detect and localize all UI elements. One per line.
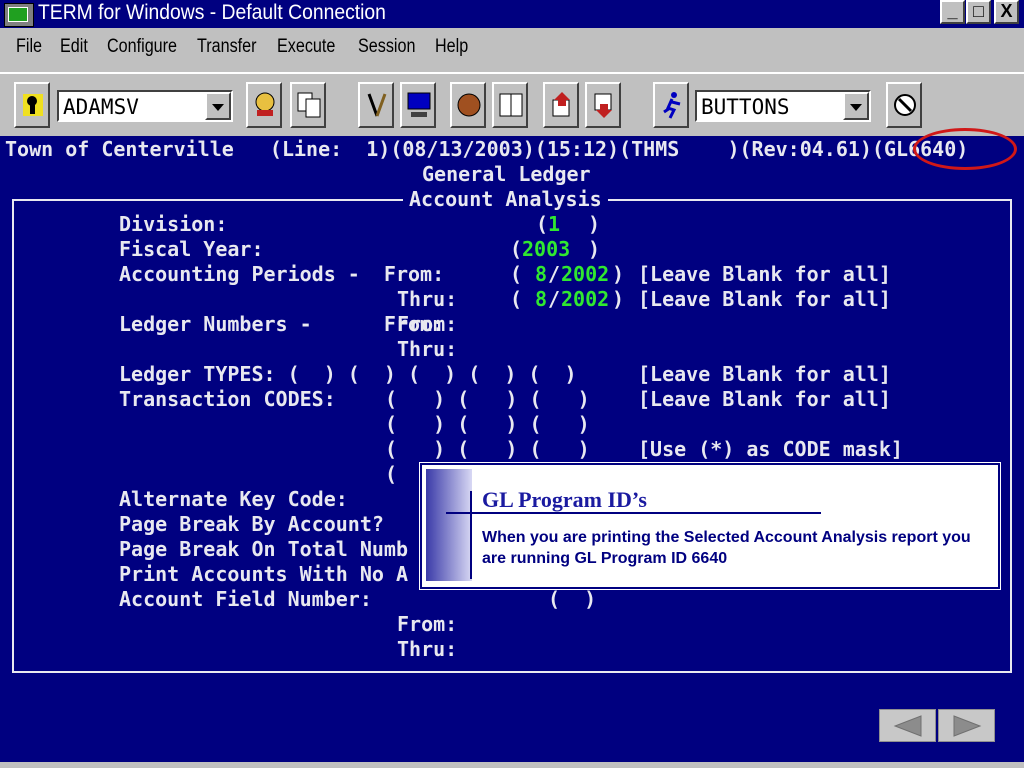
- period-thru-year-input[interactable]: 2002: [561, 287, 609, 312]
- triangle-right-icon: [953, 715, 982, 737]
- computer-icon: [407, 92, 431, 117]
- tools-button[interactable]: [358, 82, 394, 128]
- ledger-from-label: From:: [397, 312, 458, 336]
- tools-icon: [367, 93, 387, 117]
- program-id-highlight: [913, 128, 1017, 170]
- previous-slide-button[interactable]: [879, 709, 936, 742]
- menu-execute[interactable]: Execute: [277, 36, 335, 58]
- upload-button[interactable]: [543, 82, 579, 128]
- buttons-select[interactable]: BUTTONS: [695, 90, 871, 122]
- minimize-button[interactable]: _: [940, 0, 965, 24]
- baseball-glove-icon: [457, 93, 481, 117]
- fiscal-year-close-paren: ): [588, 237, 601, 261]
- triangle-left-icon: [893, 715, 922, 737]
- toolbar: ADAMSV BUTTONS: [0, 72, 1024, 136]
- fiscal-year-label: Fiscal Year:: [119, 237, 264, 261]
- frame-title: Account Analysis: [403, 187, 608, 212]
- run-button[interactable]: [653, 82, 689, 128]
- close-button[interactable]: X: [994, 0, 1019, 24]
- window-title: TERM for Windows - Default Connection: [38, 1, 386, 24]
- callout-vertical-rule: [470, 491, 472, 579]
- callout-accent-bar: [426, 469, 472, 581]
- field-thru-label: Thru:: [397, 637, 458, 661]
- settings-icon: [894, 94, 916, 116]
- fiscal-year-input[interactable]: 2003: [522, 237, 570, 262]
- division-open-paren: (: [536, 212, 549, 236]
- period-from-hint: [Leave Blank for all]: [638, 262, 891, 286]
- terminal-screen[interactable]: Town of Centerville (Line: 1)(08/13/2003…: [0, 136, 1024, 762]
- account-field-number-input[interactable]: ( ): [548, 587, 596, 612]
- code-mask-hint: [Use (*) as CODE mask]: [638, 437, 903, 461]
- field-from-label: From:: [397, 612, 458, 636]
- transaction-codes-hint: [Leave Blank for all]: [638, 387, 891, 411]
- transaction-codes-row-4[interactable]: (: [385, 462, 397, 487]
- period-from-open-paren: (: [510, 262, 523, 286]
- chevron-down-icon[interactable]: [843, 92, 869, 120]
- print-accounts-label: Print Accounts With No A: [119, 562, 408, 586]
- term-app-icon[interactable]: [4, 3, 34, 27]
- period-from-year-input[interactable]: 2002: [561, 262, 609, 287]
- period-thru-month-input[interactable]: 8: [535, 287, 547, 312]
- ledger-types-hint: [Leave Blank for all]: [638, 362, 891, 386]
- period-thru-close-paren: ): [612, 287, 625, 311]
- transaction-codes-row-1[interactable]: ( ) ( ) ( ): [385, 387, 590, 412]
- menu-configure[interactable]: Configure: [107, 36, 177, 58]
- division-label: Division:: [119, 212, 228, 236]
- division-close-paren: ): [588, 212, 601, 236]
- menu-bar: File Edit Configure Transfer Execute Ses…: [0, 30, 1024, 68]
- menu-edit[interactable]: Edit: [60, 36, 88, 58]
- ledger-thru-label: Thru:: [397, 337, 458, 361]
- phone-button[interactable]: [246, 82, 282, 128]
- download-button[interactable]: [585, 82, 621, 128]
- period-thru-slash: /: [548, 287, 561, 311]
- title-bar: TERM for Windows - Default Connection _ …: [0, 0, 1024, 28]
- page-break-total-label: Page Break On Total Numb: [119, 537, 408, 561]
- gl-program-callout: GL Program ID’s When you are printing th…: [420, 463, 1000, 589]
- settings-button[interactable]: [886, 82, 922, 128]
- copy-button[interactable]: [290, 82, 326, 128]
- transaction-codes-row-2[interactable]: ( ) ( ) ( ): [385, 412, 590, 437]
- glove-button[interactable]: [450, 82, 486, 128]
- account-field-number-label: Account Field Number:: [119, 587, 372, 611]
- connect-icon: [23, 94, 43, 116]
- screen-header: General Ledger: [422, 162, 591, 186]
- transaction-codes-row-3[interactable]: ( ) ( ) ( ): [385, 437, 590, 462]
- session-select[interactable]: ADAMSV: [57, 90, 233, 122]
- ledger-types-row[interactable]: Ledger TYPES: ( ) ( ) ( ) ( ) ( ): [119, 362, 577, 387]
- next-slide-button[interactable]: [938, 709, 995, 742]
- menu-session[interactable]: Session: [358, 36, 415, 58]
- menu-help[interactable]: Help: [435, 36, 468, 58]
- session-select-value: ADAMSV: [63, 95, 139, 119]
- division-input[interactable]: 1: [548, 212, 560, 237]
- status-line: Town of Centerville (Line: 1)(08/13/2003…: [5, 137, 969, 161]
- copy-icon: [297, 92, 321, 118]
- buttons-select-value: BUTTONS: [701, 95, 790, 119]
- ledger-numbers-label: Ledger Numbers - From:: [119, 312, 445, 336]
- page-break-account-label: Page Break By Account?: [119, 512, 384, 536]
- callout-body: When you are printing the Selected Accou…: [482, 529, 971, 567]
- upload-icon: [552, 92, 570, 117]
- runner-icon: [663, 92, 681, 119]
- menu-transfer[interactable]: Transfer: [197, 36, 257, 58]
- maximize-button[interactable]: □: [966, 0, 991, 24]
- transaction-codes-label: Transaction CODES:: [119, 387, 336, 411]
- accounting-periods-label: Accounting Periods - From:: [119, 262, 445, 286]
- book-button[interactable]: [492, 82, 528, 128]
- period-thru-hint: [Leave Blank for all]: [638, 287, 891, 311]
- download-icon: [594, 93, 612, 118]
- chevron-down-icon[interactable]: [205, 92, 231, 120]
- period-from-slash: /: [548, 262, 561, 286]
- callout-title: GL Program ID’s: [482, 487, 647, 512]
- period-from-close-paren: ): [612, 262, 625, 286]
- menu-file[interactable]: File: [16, 36, 42, 58]
- period-thru-label: Thru:: [397, 287, 458, 311]
- computer-button[interactable]: [400, 82, 436, 128]
- period-thru-open-paren: (: [510, 287, 523, 311]
- book-icon: [499, 93, 523, 117]
- connect-button[interactable]: [14, 82, 50, 128]
- fiscal-year-open-paren: (: [510, 237, 523, 261]
- phone-icon: [255, 92, 275, 116]
- alternate-key-label: Alternate Key Code:: [119, 487, 348, 511]
- period-from-month-input[interactable]: 8: [535, 262, 547, 287]
